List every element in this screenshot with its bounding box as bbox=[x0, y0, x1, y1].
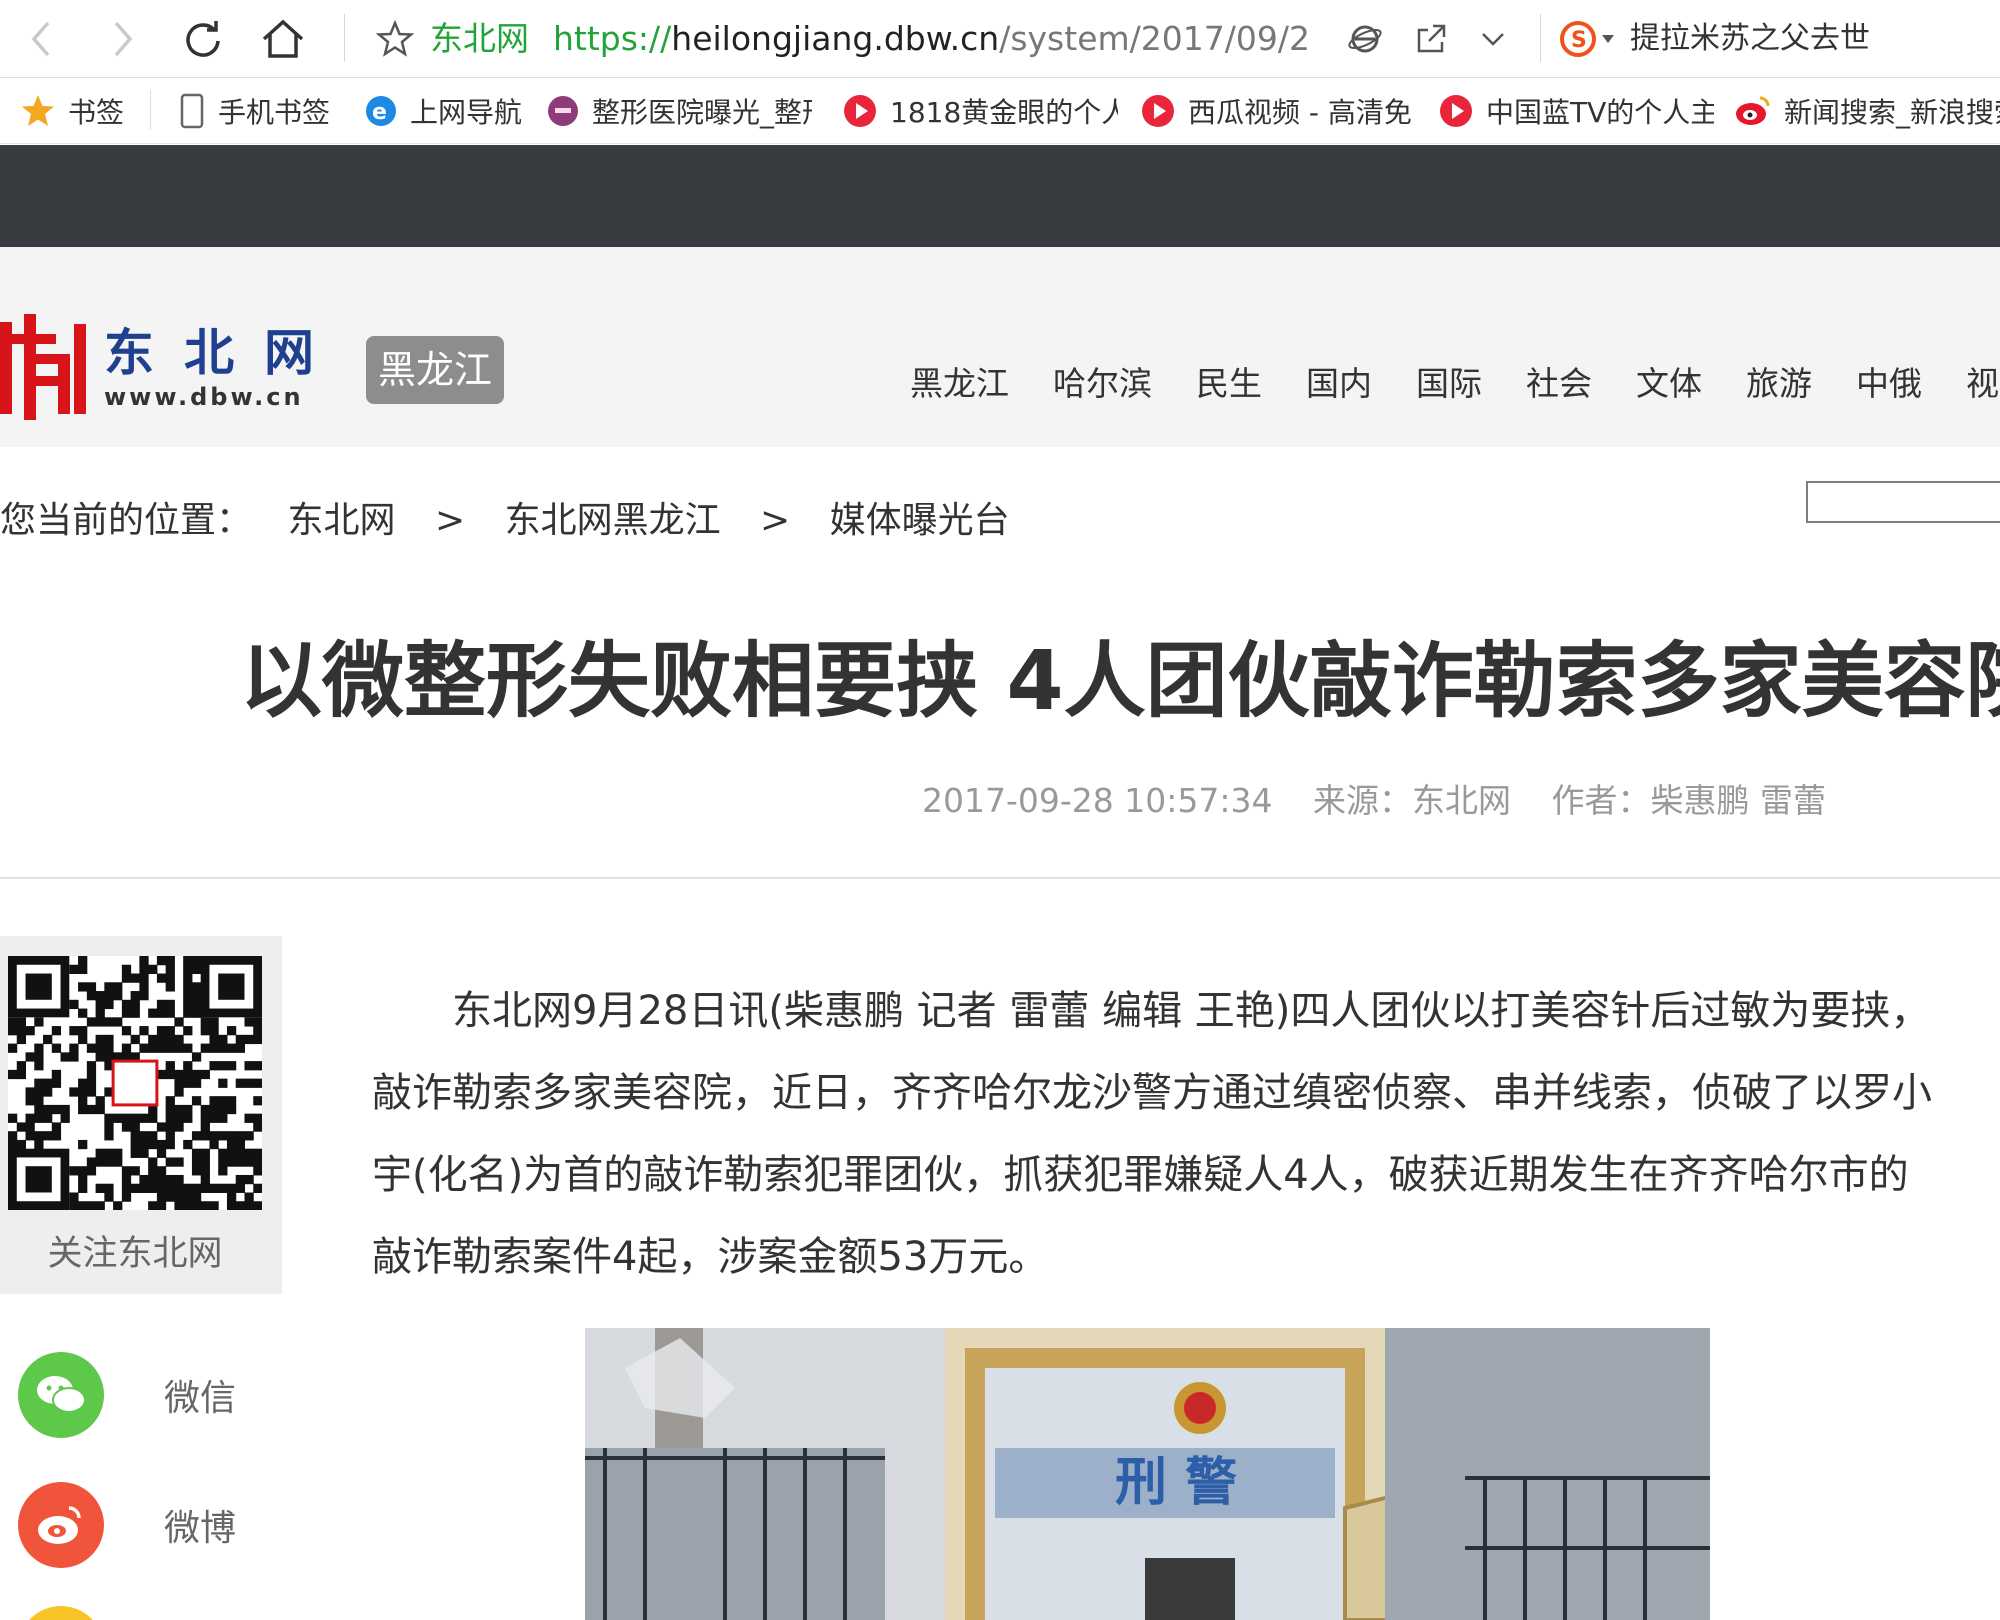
site-top-bar bbox=[0, 145, 2000, 247]
back-button[interactable] bbox=[14, 12, 68, 66]
article-datetime: 2017-09-28 10:57:34 bbox=[922, 781, 1273, 820]
bookmark-item[interactable]: e 上网导航 bbox=[364, 90, 522, 132]
star-icon bbox=[22, 95, 54, 126]
breadcrumb-separator: > bbox=[434, 500, 466, 541]
bookmark-item[interactable]: 新闻搜索_新浪搜索 bbox=[1734, 90, 2000, 132]
video-icon bbox=[1440, 95, 1472, 127]
bookmark-item[interactable]: 1818黄金眼的个人 bbox=[842, 90, 1118, 132]
bookmark-label: 上网导航 bbox=[410, 96, 523, 129]
site-header: 东北网 www.dbw.cn 黑龙江 黑龙江 哈尔滨 民生 国内 国际 社会 文… bbox=[0, 247, 2000, 447]
hospital-icon bbox=[548, 96, 578, 126]
breadcrumb-link[interactable]: 东北网 bbox=[287, 500, 395, 541]
article-author: 作者：柴惠鹏 雷蕾 bbox=[1551, 781, 1826, 820]
video-icon bbox=[1142, 95, 1174, 127]
photo-sign-text: 刑 警 bbox=[1115, 1453, 1237, 1513]
logo-url: www.dbw.cn bbox=[104, 383, 304, 411]
qr-code bbox=[8, 956, 263, 1211]
breadcrumb-separator: > bbox=[760, 500, 791, 541]
ie-icon: e bbox=[366, 96, 396, 126]
weibo-icon bbox=[18, 1482, 104, 1568]
wechat-icon bbox=[18, 1352, 104, 1438]
search-suggestion[interactable]: 提拉米苏之父去世 bbox=[1630, 18, 1870, 60]
nav-item-wenti[interactable]: 文体 bbox=[1636, 362, 1702, 406]
video-icon bbox=[844, 95, 876, 127]
share-page-button[interactable] bbox=[1404, 12, 1458, 66]
share-wechat-button[interactable]: 微信 bbox=[18, 1352, 318, 1438]
nav-item-shipin[interactable]: 视频 bbox=[1966, 362, 2000, 406]
ie-mode-button[interactable] bbox=[1338, 12, 1392, 66]
article-photo: 刑 警 bbox=[585, 1328, 1710, 1620]
share-icon bbox=[1417, 24, 1446, 53]
share-more-icon[interactable] bbox=[18, 1606, 104, 1620]
breadcrumb-link[interactable]: 媒体曝光台 bbox=[830, 500, 1010, 541]
bookmark-item[interactable]: 手机书签 bbox=[178, 90, 330, 132]
site-search-input[interactable] bbox=[1806, 481, 2000, 523]
nav-item-shehui[interactable]: 社会 bbox=[1526, 362, 1592, 406]
site-name: 东北网 bbox=[430, 19, 529, 58]
sogou-icon: S bbox=[1560, 21, 1614, 57]
region-badge: 黑龙江 bbox=[366, 336, 505, 404]
url-host: heilongjiang.dbw.cn bbox=[671, 19, 1000, 58]
url-protocol: https:// bbox=[553, 19, 672, 58]
star-icon bbox=[376, 20, 414, 57]
address-dropdown-button[interactable] bbox=[1466, 12, 1520, 66]
article-body: 东北网9月28日讯(柴惠鹏 记者 雷蕾 编辑 王艳)四人团伙以打美容针后过敏为要… bbox=[372, 988, 1932, 1280]
bookmark-label: 整形医院曝光_整形 bbox=[592, 96, 812, 129]
browser-toolbar: 东北网 https://heilongjiang.dbw.cn/system/20… bbox=[0, 0, 2000, 78]
dbw-logo-icon bbox=[0, 314, 86, 420]
logo-name: 东北网 bbox=[104, 323, 344, 382]
bookmark-label: 新闻搜索_新浪搜索 bbox=[1784, 96, 2000, 129]
bookmark-star-button[interactable] bbox=[368, 12, 422, 66]
bookmark-label: 书签 bbox=[68, 96, 125, 129]
breadcrumb-link[interactable]: 东北网黑龙江 bbox=[505, 500, 721, 541]
nav-item-guoji[interactable]: 国际 bbox=[1416, 362, 1482, 406]
share-label: 微博 bbox=[164, 1508, 237, 1549]
phone-icon bbox=[180, 93, 204, 129]
site-logo[interactable]: 东北网 www.dbw.cn 黑龙江 bbox=[0, 312, 505, 422]
bookmark-label: 中国蓝TV的个人主 bbox=[1486, 96, 1714, 129]
bookmark-item[interactable]: 整形医院曝光_整形 bbox=[546, 90, 812, 132]
qr-panel: 关注东北网 bbox=[0, 936, 282, 1294]
address-bar[interactable]: 东北网 https://heilongjiang.dbw.cn/system/20… bbox=[430, 18, 1310, 60]
nav-item-lvyou[interactable]: 旅游 bbox=[1746, 362, 1812, 406]
search-engine-button[interactable]: S bbox=[1554, 12, 1624, 66]
nav-item-harbin[interactable]: 哈尔滨 bbox=[1053, 362, 1152, 406]
bookmark-label: 手机书签 bbox=[218, 96, 331, 129]
chevron-down-icon bbox=[1482, 33, 1504, 46]
ie-icon bbox=[1348, 25, 1382, 53]
svg-text:S: S bbox=[1571, 28, 1587, 53]
bookmark-item[interactable]: 西瓜视频 - 高清免 bbox=[1140, 90, 1416, 132]
nav-item-heilongjiang[interactable]: 黑龙江 bbox=[910, 362, 1009, 406]
home-button[interactable] bbox=[256, 12, 310, 66]
breadcrumb-prefix: 您当前的位置： bbox=[0, 500, 253, 541]
bookmark-item[interactable]: 书签 bbox=[20, 90, 124, 132]
police-station-photo: 刑 警 bbox=[585, 1328, 1710, 1620]
share-label: 微信 bbox=[164, 1378, 237, 1419]
bookmark-item[interactable]: 中国蓝TV的个人主 bbox=[1438, 90, 1714, 132]
forward-button[interactable] bbox=[96, 12, 150, 66]
refresh-button[interactable] bbox=[176, 12, 230, 66]
breadcrumb: 您当前的位置： 东北网 > 东北网黑龙江 > 媒体曝光台 bbox=[0, 496, 1010, 546]
weibo-icon bbox=[1736, 96, 1770, 125]
share-weibo-button[interactable]: 微博 bbox=[18, 1482, 318, 1568]
bookmarks-bar: 书签 手机书签 e 上网导航 整形医院曝光_整形 1818黄金眼的个人 西瓜视频… bbox=[0, 78, 2000, 144]
forward-icon bbox=[114, 21, 133, 57]
header-divider bbox=[0, 877, 2000, 879]
nav-item-zhonge[interactable]: 中俄 bbox=[1856, 362, 1922, 406]
qr-label: 关注东北网 bbox=[47, 1234, 223, 1274]
main-nav: 黑龙江 哈尔滨 民生 国内 国际 社会 文体 旅游 中俄 视频 bbox=[910, 362, 2000, 406]
bookmark-label: 西瓜视频 - 高清免 bbox=[1188, 96, 1412, 129]
url-path: /system/2017/09/28/05 bbox=[999, 19, 1310, 58]
nav-item-minsheng[interactable]: 民生 bbox=[1196, 362, 1262, 406]
back-icon bbox=[31, 21, 50, 57]
refresh-icon bbox=[186, 21, 220, 57]
nav-item-guonei[interactable]: 国内 bbox=[1306, 362, 1372, 406]
bookmark-label: 1818黄金眼的个人 bbox=[890, 96, 1118, 129]
article-title: 以微整形失败相要挟 4人团伙敲诈勒索多家美容院 bbox=[240, 634, 2000, 729]
article-meta: 2017-09-28 10:57:34 来源：东北网 作者：柴惠鹏 雷蕾 bbox=[922, 778, 1856, 824]
qr-code-image bbox=[8, 956, 263, 1211]
article-source: 来源：东北网 bbox=[1312, 781, 1511, 820]
svg-text:e: e bbox=[372, 100, 387, 125]
home-icon bbox=[262, 19, 304, 58]
